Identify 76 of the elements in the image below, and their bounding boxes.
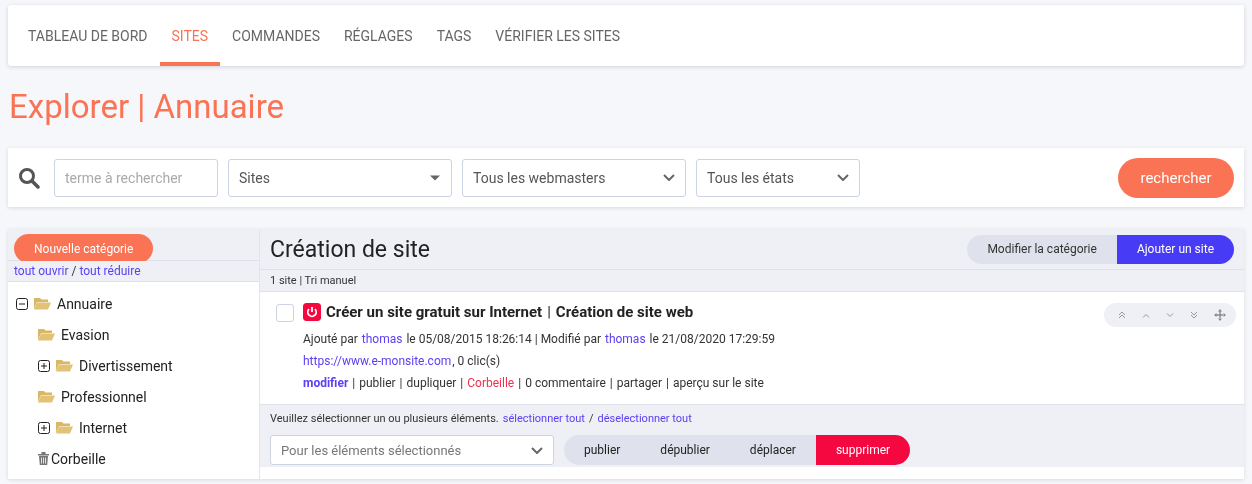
selection-message: Veuillez sélectionner un ou plusieurs éléments. bbox=[270, 411, 499, 425]
filter-dropdown[interactable]: Tous les webmasters bbox=[462, 158, 686, 197]
bulk-action-button[interactable]: dépublier bbox=[640, 435, 730, 465]
meta-text: , 0 clic(s) bbox=[452, 354, 501, 368]
move-bottom-icon[interactable] bbox=[1190, 311, 1198, 319]
nav-tab[interactable]: TABLEAU DE BORD bbox=[16, 9, 160, 66]
meta-text: le 21/08/2020 17:29:59 bbox=[649, 332, 775, 346]
drag-handle-icon[interactable] bbox=[1214, 309, 1226, 321]
trash-icon bbox=[38, 452, 49, 465]
user-link[interactable]: https://www.e-monsite.com bbox=[303, 354, 452, 368]
search-field[interactable]: terme à rechercher bbox=[54, 158, 218, 197]
meta-text: | bbox=[518, 376, 522, 390]
folder-icon bbox=[34, 297, 51, 310]
separator-text: / bbox=[71, 264, 77, 278]
move-down-icon[interactable] bbox=[1166, 312, 1174, 318]
edit-category-button[interactable]: Modifier la catégorie bbox=[967, 234, 1117, 264]
site-title[interactable]: Créer un site gratuit sur Internet bbox=[326, 303, 543, 321]
category-title: Création de site bbox=[270, 235, 430, 263]
nav-tab[interactable]: TAGS bbox=[424, 9, 484, 66]
folder-icon bbox=[38, 328, 55, 341]
list-info: 1 site | Tri manuel bbox=[270, 274, 357, 287]
delete-button[interactable]: supprimer bbox=[815, 435, 910, 465]
bulk-action-button[interactable]: publier bbox=[564, 435, 641, 465]
chevron-icon bbox=[663, 174, 675, 181]
bulk-action-dropdown[interactable]: Pour les éléments sélectionnés bbox=[270, 435, 554, 465]
move-up-icon[interactable] bbox=[1142, 312, 1150, 318]
filter-dropdown[interactable]: Sites bbox=[228, 158, 452, 197]
folder-icon bbox=[56, 421, 73, 434]
move-top-icon[interactable] bbox=[1118, 311, 1126, 319]
expand-icon[interactable] bbox=[38, 359, 50, 372]
action-link[interactable]: Corbeille bbox=[467, 376, 515, 390]
tree-item[interactable]: Annuaire bbox=[57, 295, 113, 312]
action-link[interactable]: modifier bbox=[303, 376, 349, 390]
meta-text: Ajouté par bbox=[303, 332, 358, 346]
action-link[interactable]: aperçu sur le site bbox=[672, 376, 764, 390]
checkbox[interactable] bbox=[276, 304, 294, 322]
separator-text: / bbox=[589, 411, 594, 425]
caret-icon bbox=[429, 174, 441, 181]
tree-item[interactable]: Evasion bbox=[61, 326, 110, 343]
meta-text: | bbox=[352, 376, 356, 390]
user-link[interactable]: thomas bbox=[361, 332, 403, 346]
meta-text: | bbox=[609, 376, 613, 390]
folder-icon bbox=[56, 359, 73, 372]
tree-item[interactable]: Corbeille bbox=[51, 450, 106, 467]
meta-text: | bbox=[460, 376, 464, 390]
deselect-all-link[interactable]: déselectionner tout bbox=[597, 411, 692, 425]
filter-dropdown[interactable]: Tous les états bbox=[696, 158, 860, 197]
power-icon[interactable] bbox=[303, 303, 321, 321]
expand-all-link[interactable]: tout ouvrir bbox=[14, 264, 69, 278]
meta-text: | bbox=[665, 376, 669, 390]
user-link[interactable]: thomas bbox=[604, 332, 646, 346]
folder-icon bbox=[38, 390, 55, 403]
meta-text: le 05/08/2015 18:26:14 | Modifié par bbox=[406, 332, 601, 346]
action-link[interactable]: partager bbox=[616, 376, 662, 390]
bulk-action-button[interactable]: déplacer bbox=[729, 435, 816, 465]
nav-tab[interactable]: COMMANDES bbox=[220, 9, 332, 66]
chevron-icon bbox=[837, 174, 849, 181]
separator-text: | bbox=[547, 303, 551, 321]
action-link[interactable]: dupliquer bbox=[406, 376, 457, 390]
action-link[interactable]: publier bbox=[359, 376, 396, 390]
site-subtitle: Création de site web bbox=[555, 303, 694, 321]
select-all-link[interactable]: sélectionner tout bbox=[502, 411, 585, 425]
expand-icon[interactable] bbox=[38, 421, 50, 434]
tree-item[interactable]: Internet bbox=[79, 419, 128, 436]
tree-item[interactable]: Divertissement bbox=[79, 357, 173, 374]
collapse-icon[interactable] bbox=[16, 297, 28, 310]
action-link[interactable]: 0 commentaire bbox=[525, 376, 606, 390]
search-icon bbox=[18, 166, 40, 189]
chevron-icon bbox=[531, 446, 543, 454]
collapse-all-link[interactable]: tout réduire bbox=[79, 264, 141, 278]
add-site-button[interactable]: Ajouter un site bbox=[1116, 234, 1234, 264]
meta-text: | bbox=[399, 376, 403, 390]
page-title: Explorer | Annuaire bbox=[9, 86, 285, 128]
tree-item[interactable]: Professionnel bbox=[61, 388, 147, 405]
nav-tab[interactable]: RÉGLAGES bbox=[331, 9, 425, 66]
nav-tab[interactable]: VÉRIFIER LES SITES bbox=[483, 9, 633, 66]
